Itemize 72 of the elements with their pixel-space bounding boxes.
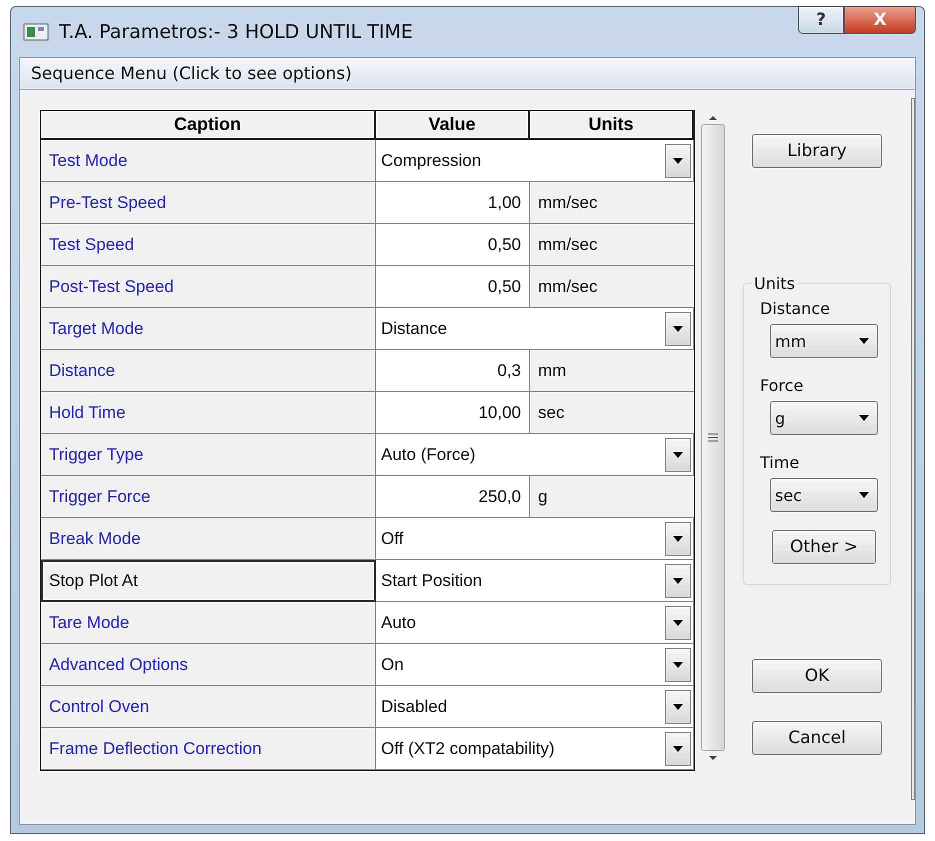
- value-field[interactable]: 10,00: [376, 392, 530, 434]
- grip-icon: [708, 433, 718, 442]
- caret-icon: [673, 578, 683, 584]
- caret-icon: [859, 492, 869, 498]
- value-field[interactable]: 1,00: [376, 182, 530, 224]
- field-label: Force: [760, 376, 804, 395]
- value-dropdown[interactable]: Compression: [376, 140, 694, 182]
- caption-cell[interactable]: Trigger Type: [41, 434, 376, 476]
- value-dropdown[interactable]: Auto (Force): [376, 434, 694, 476]
- value-field[interactable]: 0,50: [376, 224, 530, 266]
- column-header: Value: [376, 111, 530, 140]
- scroll-thumb[interactable]: [701, 124, 725, 751]
- value-field[interactable]: 0,50: [376, 266, 530, 308]
- dropdown-button[interactable]: [665, 564, 691, 598]
- value-dropdown[interactable]: On: [376, 644, 694, 686]
- dropdown-button[interactable]: [665, 312, 691, 346]
- help-button[interactable]: ?: [798, 6, 844, 34]
- caption-cell[interactable]: Advanced Options: [41, 644, 376, 686]
- caption-cell[interactable]: Target Mode: [41, 308, 376, 350]
- caret-icon: [673, 536, 683, 542]
- unit-dropdown[interactable]: g: [770, 401, 878, 435]
- dropdown-button[interactable]: [665, 522, 691, 556]
- caption-cell[interactable]: Test Speed: [41, 224, 376, 266]
- caret-icon: [859, 338, 869, 344]
- caption-cell[interactable]: Post-Test Speed: [41, 266, 376, 308]
- field-label: Time: [760, 453, 800, 472]
- caption-cell[interactable]: Control Oven: [41, 686, 376, 728]
- caption-cell[interactable]: Frame Deflection Correction: [41, 728, 376, 770]
- other-button[interactable]: Other >: [772, 530, 876, 564]
- unit-dropdown[interactable]: mm: [770, 324, 878, 358]
- value-dropdown[interactable]: Auto: [376, 602, 694, 644]
- caret-icon: [673, 662, 683, 668]
- dropdown-button[interactable]: [665, 606, 691, 640]
- dropdown-button[interactable]: [665, 690, 691, 724]
- caption-cell[interactable]: Tare Mode: [41, 602, 376, 644]
- cancel-button[interactable]: Cancel: [752, 721, 882, 755]
- value-field[interactable]: 250,0: [376, 476, 530, 518]
- caret-icon: [673, 326, 683, 332]
- caption-cell[interactable]: Break Mode: [41, 518, 376, 560]
- sequence-menu[interactable]: Sequence Menu (Click to see options): [20, 58, 915, 90]
- value-dropdown[interactable]: Disabled: [376, 686, 694, 728]
- caret-icon: [673, 620, 683, 626]
- column-header: Caption: [41, 111, 376, 140]
- value-field[interactable]: 0,3: [376, 350, 530, 392]
- app-icon: [23, 23, 49, 41]
- outer-scrollbar[interactable]: [911, 98, 915, 800]
- caption-cell[interactable]: Test Mode: [41, 140, 376, 182]
- value-dropdown[interactable]: Off (XT2 compatability): [376, 728, 694, 770]
- library-button[interactable]: Library: [752, 134, 882, 168]
- caret-icon: [673, 746, 683, 752]
- caption-cell[interactable]: Trigger Force: [41, 476, 376, 518]
- caret-icon: [673, 452, 683, 458]
- caret-icon: [673, 704, 683, 710]
- caption-cell[interactable]: Pre-Test Speed: [41, 182, 376, 224]
- field-label: Distance: [760, 299, 831, 318]
- group-title: Units: [753, 274, 796, 293]
- value-dropdown[interactable]: Start Position: [376, 560, 694, 602]
- caret-icon: [673, 158, 683, 164]
- caption-cell[interactable]: Stop Plot At: [41, 560, 376, 602]
- value-dropdown[interactable]: Off: [376, 518, 694, 560]
- dropdown-button[interactable]: [665, 438, 691, 472]
- caption-cell[interactable]: Distance: [41, 350, 376, 392]
- column-header: Units: [530, 111, 694, 140]
- ok-button[interactable]: OK: [752, 659, 882, 693]
- dropdown-button[interactable]: [665, 732, 691, 766]
- dropdown-button[interactable]: [665, 648, 691, 682]
- dropdown-button[interactable]: [665, 144, 691, 178]
- caret-icon: [859, 415, 869, 421]
- window-title: T.A. Parametros:- 3 HOLD UNTIL TIME: [59, 21, 414, 43]
- value-dropdown[interactable]: Distance: [376, 308, 694, 350]
- caption-cell[interactable]: Hold Time: [41, 392, 376, 434]
- unit-dropdown[interactable]: sec: [770, 478, 878, 512]
